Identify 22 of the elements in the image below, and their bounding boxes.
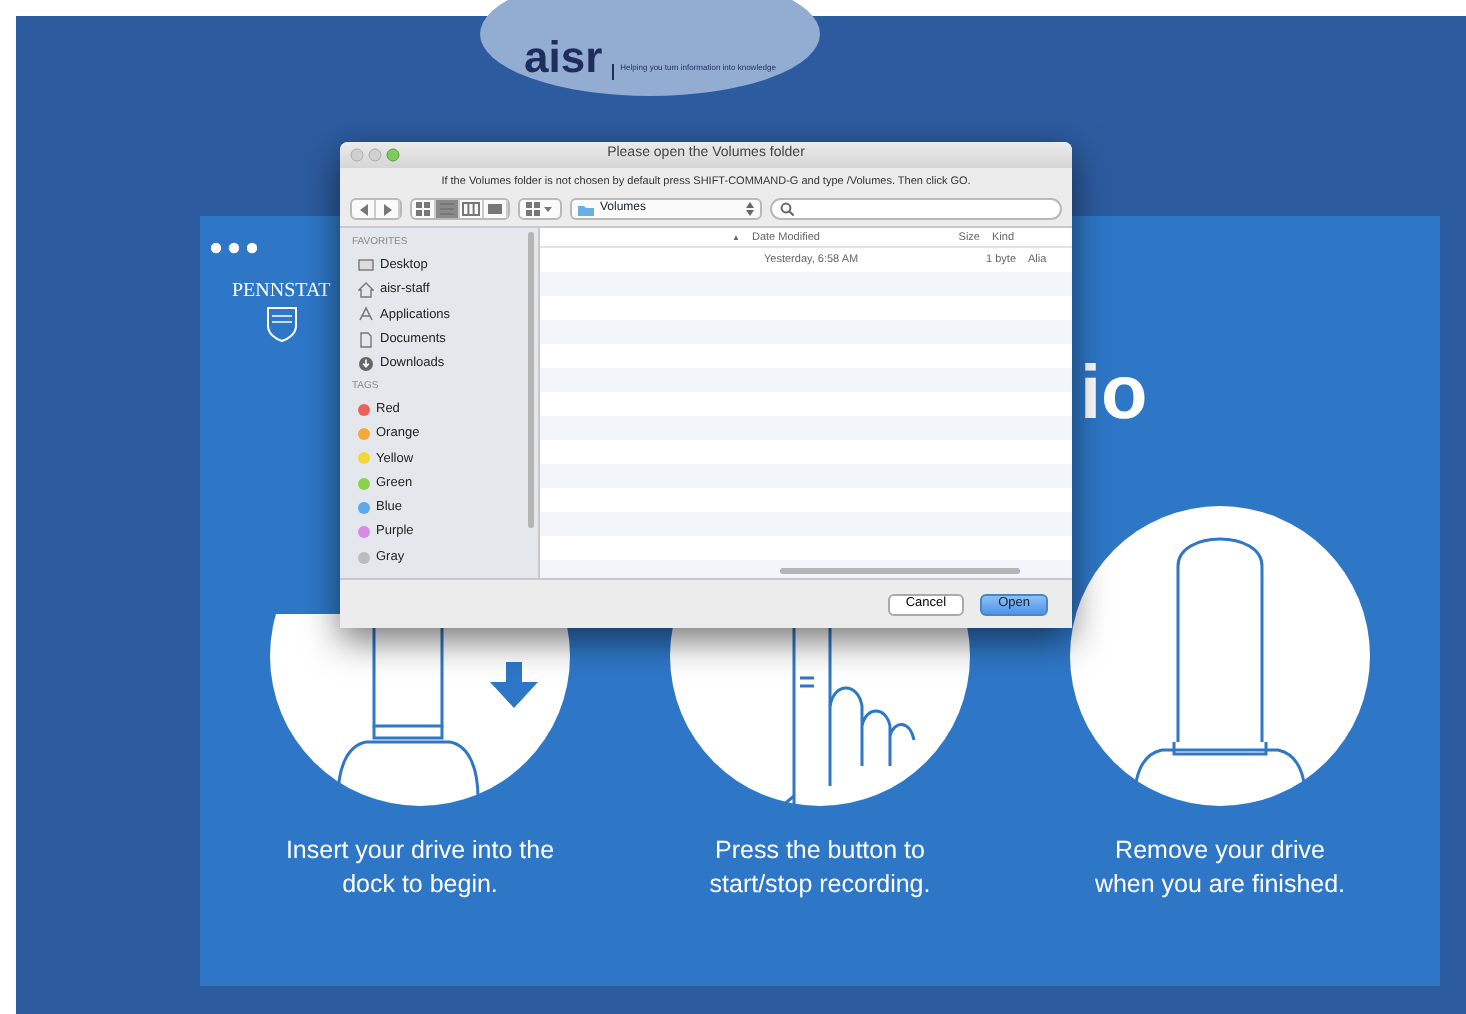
desktop-icon <box>358 257 374 274</box>
app-title: io <box>1080 356 1148 432</box>
shield-icon <box>265 306 298 342</box>
column-view-icon[interactable] <box>462 200 480 219</box>
forward-icon[interactable] <box>381 201 393 218</box>
step-caption: Insert your drive into the dock to begin. <box>283 834 557 902</box>
list-view-icon[interactable] <box>438 200 456 219</box>
stepper-icon <box>746 202 754 217</box>
download-icon <box>358 356 374 373</box>
cover-flow-icon[interactable] <box>486 200 504 219</box>
search-field[interactable] <box>770 198 1062 221</box>
applications-icon <box>358 306 374 323</box>
document-icon <box>358 331 374 348</box>
step-caption: Remove your drive when you are finished. <box>1092 834 1348 902</box>
logo-wordmark: aisr <box>524 36 603 80</box>
house-icon <box>358 282 374 299</box>
step-caption: Press the button to start/stop recording. <box>707 834 933 902</box>
brand-wordmark: PENNSTAT <box>232 278 331 306</box>
search-icon <box>780 202 794 217</box>
icon-view-icon[interactable] <box>414 200 432 219</box>
back-icon[interactable] <box>357 201 369 218</box>
arrange-icon[interactable] <box>526 202 554 217</box>
